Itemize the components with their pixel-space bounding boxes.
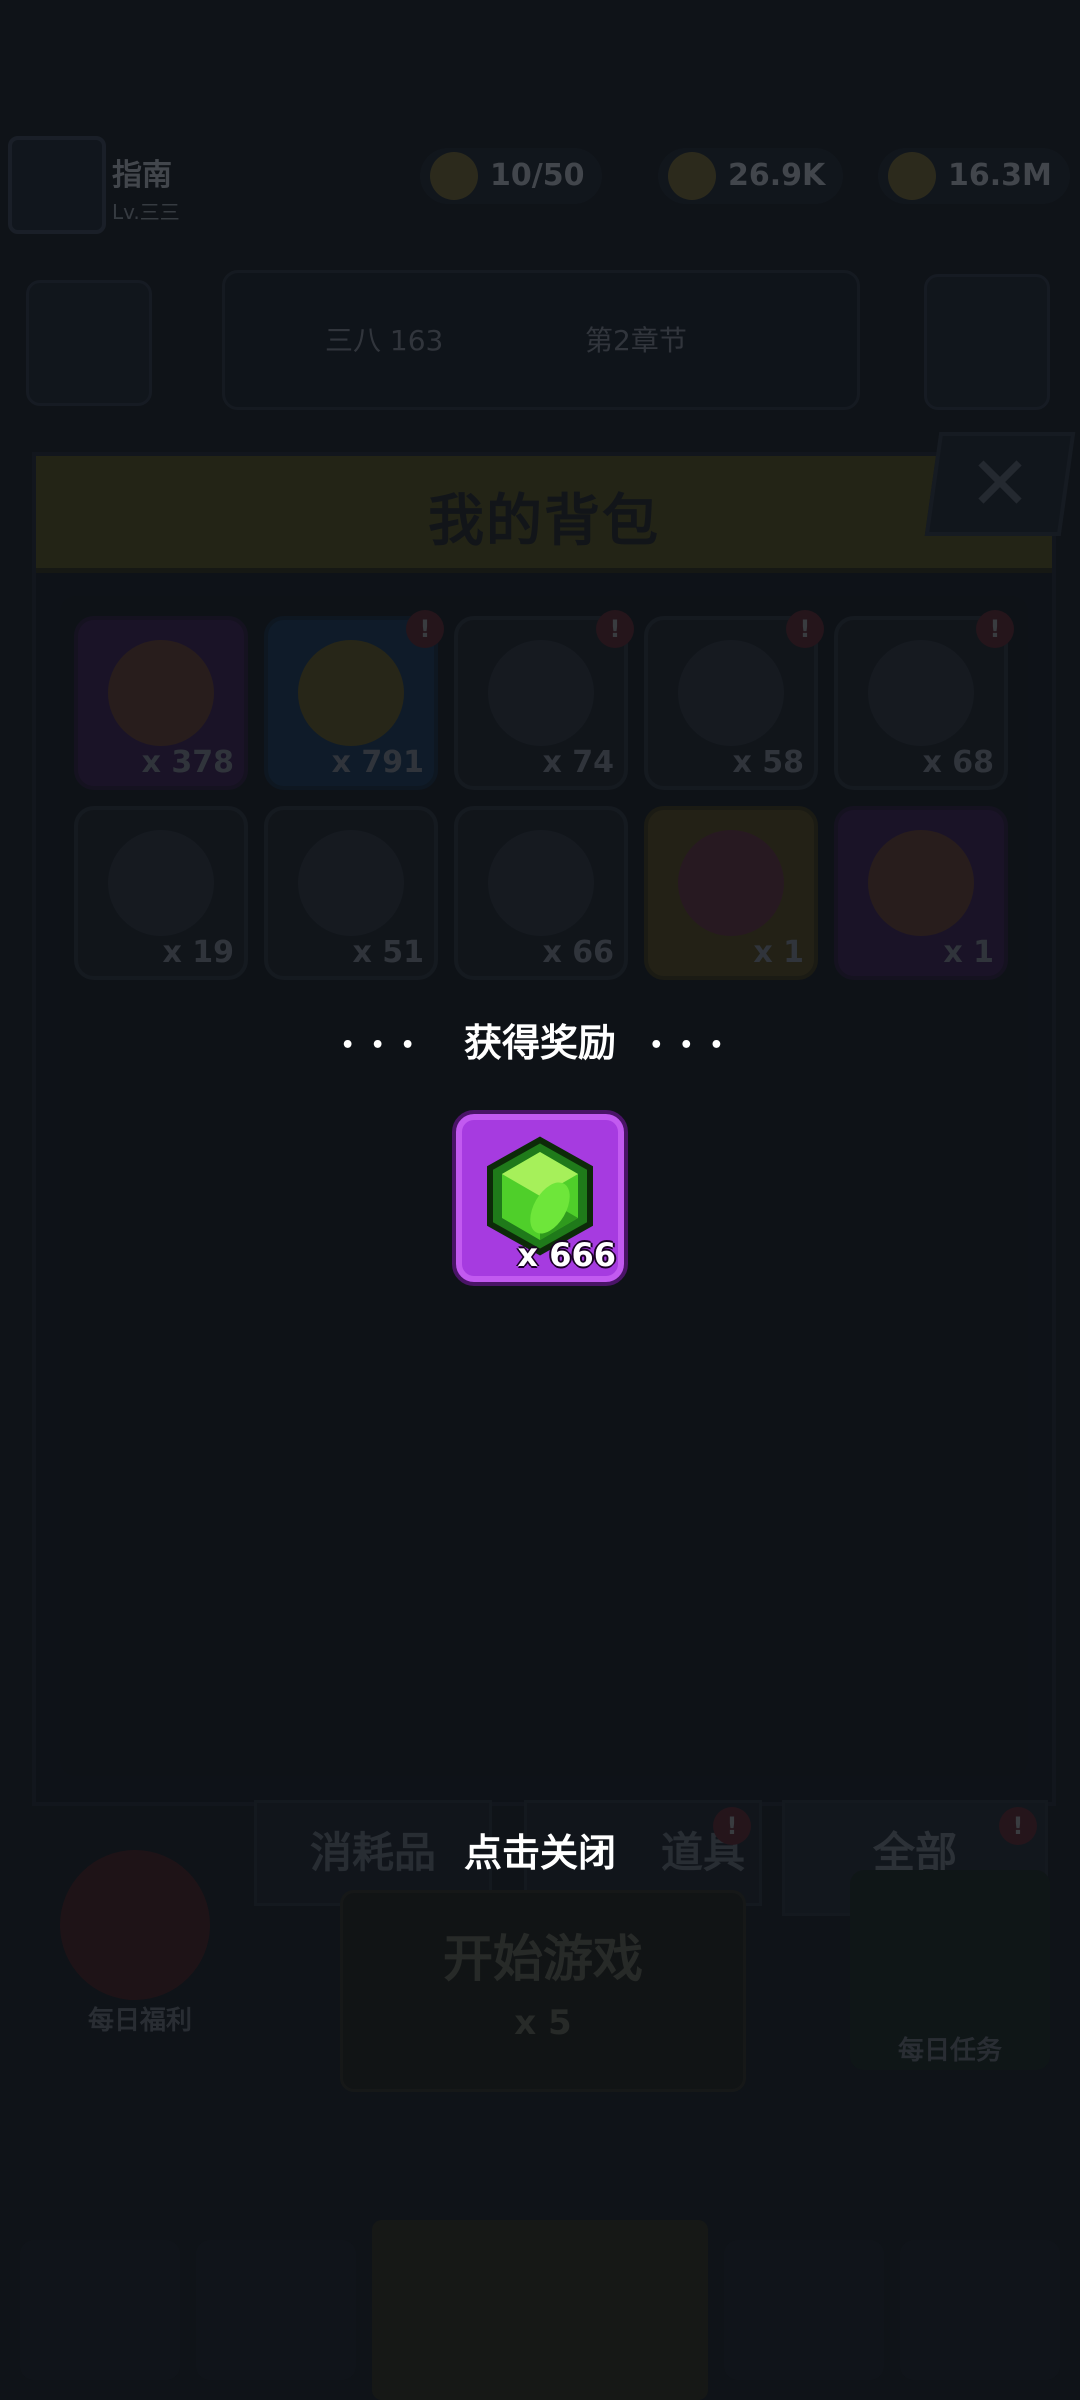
coin-bag-icon (888, 152, 936, 200)
nav-shop-button[interactable] (20, 2240, 180, 2380)
player-name: 指南 (112, 158, 172, 193)
chapter-label-b: 第2章节 (585, 324, 687, 357)
menu-button[interactable] (26, 280, 152, 406)
alert-badge-icon: ! (976, 610, 1014, 648)
nav-talent-button[interactable] (724, 2240, 884, 2380)
player-level: Lv.三三 (112, 200, 180, 224)
nav-equipment-button[interactable] (196, 2240, 356, 2380)
coin-bag-value: 16.3M (948, 158, 1052, 193)
item-count: x 19 (162, 935, 234, 970)
daily-task-label: 每日任务 (897, 2036, 1002, 2066)
flame-icon (298, 640, 404, 746)
item-count: x 1 (943, 935, 994, 970)
secondary-hud: 三八 163 第2章节 (0, 270, 1080, 410)
inventory-slot[interactable]: x 19 (74, 806, 248, 980)
start-game-card[interactable]: 开始游戏 x 5 (340, 1890, 746, 2092)
gold-value: 26.9K (728, 158, 826, 193)
nav-battle-button[interactable] (372, 2220, 708, 2400)
gold-stat[interactable]: 26.9K (658, 148, 844, 204)
item-count: x 378 (141, 745, 234, 780)
item-count: x 51 (352, 935, 424, 970)
chapter-panel[interactable]: 三八 163 第2章节 (222, 270, 860, 410)
inventory-slot[interactable]: x 68 ! (834, 610, 1014, 790)
backpack-title: 我的背包 (428, 489, 660, 554)
start-game-cost: x 5 (514, 2003, 572, 2043)
reward-count: x 666 (517, 1236, 616, 1274)
inventory-slot[interactable]: x 1 (644, 806, 818, 980)
item-count: x 68 (922, 745, 994, 780)
bottom-nav (0, 2220, 1080, 2400)
close-icon: ✕ (968, 441, 1031, 527)
inventory-slot[interactable]: x 74 ! (454, 610, 634, 790)
decor-dots-left: ••• (340, 1033, 431, 1058)
reward-title: 获得奖励 (463, 1021, 616, 1065)
item-count: x 66 (542, 935, 614, 970)
nav-evolve-button[interactable] (900, 2240, 1060, 2380)
glove-scroll-icon (298, 830, 404, 936)
heart-icon (108, 640, 214, 746)
item-count: x 74 (542, 745, 614, 780)
alert-badge-icon: ! (786, 610, 824, 648)
belt-scroll-icon (108, 830, 214, 936)
decor-dots-right: ••• (649, 1033, 740, 1058)
gold-coin-icon (668, 152, 716, 200)
chapter-label-a: 三八 163 (325, 324, 444, 357)
gun-scroll-icon (488, 640, 594, 746)
player-avatar[interactable] (8, 136, 106, 234)
daily-welfare-button[interactable]: 每日福利 (50, 1850, 220, 2040)
alert-badge-icon: ! (596, 610, 634, 648)
top-hud: 指南 Lv.三三 10/50 26.9K 16.3M (0, 120, 1080, 234)
reward-title-row: ••• 获得奖励 ••• (0, 1012, 1080, 1067)
chest-icon (678, 830, 784, 936)
start-game-title: 开始游戏 (443, 1930, 643, 1988)
energy-stat[interactable]: 10/50 (420, 148, 603, 204)
inventory-slot[interactable]: x 51 (264, 806, 438, 980)
coin-bag-stat[interactable]: 16.3M (878, 148, 1070, 204)
daily-welfare-label: 每日福利 (87, 2006, 192, 2036)
close-button[interactable]: ✕ (924, 432, 1076, 536)
energy-icon (430, 152, 478, 200)
item-count: x 58 (732, 745, 804, 780)
item-count: x 791 (331, 745, 424, 780)
necklace-scroll-icon (868, 640, 974, 746)
energy-value: 10/50 (490, 158, 585, 193)
boot-scroll-icon (488, 830, 594, 936)
inventory-slot[interactable]: x 791 ! (264, 610, 444, 790)
armor-chest-icon (868, 830, 974, 936)
inventory-slot[interactable]: x 378 (74, 616, 248, 790)
alert-badge-icon: ! (406, 610, 444, 648)
inventory-slot[interactable]: x 58 ! (644, 610, 824, 790)
item-count: x 1 (753, 935, 804, 970)
inventory-slot[interactable]: x 66 (454, 806, 628, 980)
inventory-slot[interactable]: x 1 (834, 806, 1008, 980)
side-event-button[interactable] (924, 274, 1050, 410)
shirt-scroll-icon (678, 640, 784, 746)
reward-item[interactable]: x 666 (452, 1110, 628, 1286)
daily-task-button[interactable]: 每日任务 (850, 1870, 1050, 2070)
backpack-header: 我的背包 (36, 456, 1052, 573)
tap-to-close[interactable]: 点击关闭 (0, 1822, 1080, 1877)
